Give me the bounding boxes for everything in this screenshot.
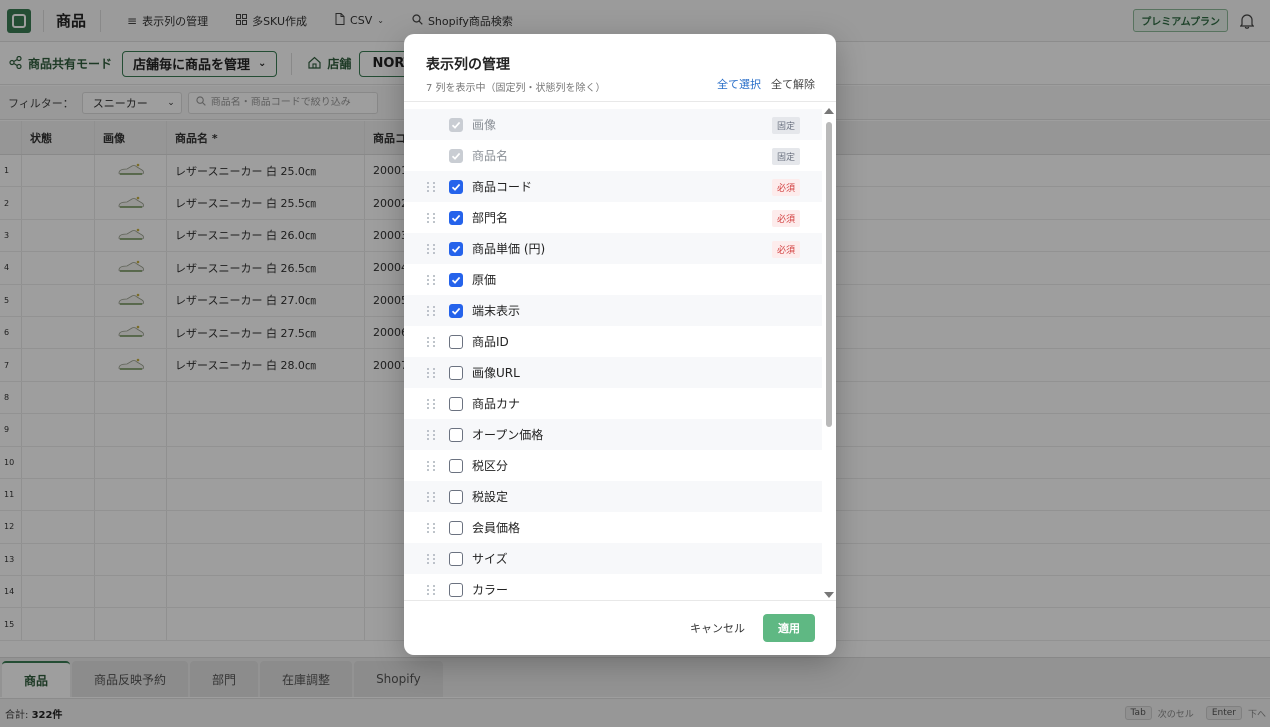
required-badge: 必須 — [771, 241, 800, 258]
fixed-badge: 固定 — [771, 117, 800, 134]
column-option-label: 原価 — [472, 273, 497, 287]
drag-handle-icon[interactable] — [427, 274, 439, 285]
column-option-row[interactable]: 商品名 固定 — [404, 140, 822, 171]
scroll-thumb[interactable] — [826, 122, 832, 427]
select-all-link[interactable]: 全て選択 — [717, 76, 761, 92]
column-option-row[interactable]: オープン価格 — [404, 419, 822, 450]
drag-handle-icon[interactable] — [427, 305, 439, 316]
drag-handle-icon[interactable] — [427, 212, 439, 223]
column-list-container: 画像 固定 商品名 固定 商品コード 必須 部門名 必須 商品単価 (円) 必須 原価 端末表示 商品I… — [404, 103, 836, 600]
column-settings-dialog: 表示列の管理 7 列を表示中（固定列・状態列を除く） 全て選択 全て解除 画像固… — [404, 34, 836, 655]
column-option-row[interactable]: 商品単価 (円) 必須 — [404, 233, 822, 264]
scroll-up-arrow[interactable] — [824, 108, 834, 114]
column-option-label: 商品カナ — [472, 397, 521, 411]
dialog-footer: キャンセル 適用 — [404, 600, 836, 655]
fixed-badge: 固定 — [771, 148, 800, 165]
drag-handle-icon[interactable] — [427, 367, 439, 378]
required-badge: 必須 — [771, 210, 800, 227]
column-checkbox[interactable] — [449, 241, 463, 256]
column-option-row[interactable]: 画像URL — [404, 357, 822, 388]
column-option-label: 商品コード — [472, 180, 533, 194]
required-badge: 必須 — [771, 179, 800, 196]
column-option-label: 商品名 — [472, 149, 509, 163]
column-option-row[interactable]: サイズ — [404, 543, 822, 574]
drag-handle-icon[interactable] — [427, 336, 439, 347]
column-checkbox[interactable] — [449, 334, 463, 349]
scroll-down-arrow[interactable] — [824, 592, 834, 598]
column-option-label: カラー — [472, 583, 509, 597]
column-option-label: 画像URL — [472, 366, 520, 380]
column-option-label: 税設定 — [472, 490, 509, 504]
column-checkbox[interactable] — [449, 272, 463, 287]
column-option-label: 部門名 — [472, 211, 509, 225]
column-option-row[interactable]: 部門名 必須 — [404, 202, 822, 233]
column-option-row[interactable]: 税設定 — [404, 481, 822, 512]
column-option-label: 端末表示 — [472, 304, 521, 318]
column-checkbox[interactable] — [449, 365, 463, 380]
drag-handle-icon[interactable] — [427, 460, 439, 471]
column-checkbox — [449, 148, 463, 163]
clear-all-link[interactable]: 全て解除 — [771, 76, 815, 92]
drag-handle-icon[interactable] — [427, 243, 439, 254]
column-option-row[interactable]: カラー — [404, 574, 822, 600]
column-checkbox[interactable] — [449, 458, 463, 473]
column-checkbox[interactable] — [449, 210, 463, 225]
drag-handle-icon[interactable] — [427, 181, 439, 192]
column-checkbox[interactable] — [449, 489, 463, 504]
column-checkbox[interactable] — [449, 396, 463, 411]
column-option-row[interactable]: 原価 — [404, 264, 822, 295]
column-checkbox[interactable] — [449, 520, 463, 535]
column-option-row[interactable]: 会員価格 — [404, 512, 822, 543]
drag-handle-icon[interactable] — [427, 584, 439, 595]
column-option-label: 会員価格 — [472, 521, 521, 535]
drag-handle-icon[interactable] — [427, 491, 439, 502]
column-option-label: オープン価格 — [472, 428, 544, 442]
column-checkbox[interactable] — [449, 303, 463, 318]
column-list: 画像 固定 商品名 固定 商品コード 必須 部門名 必須 商品単価 (円) 必須 原価 端末表示 商品I… — [404, 103, 822, 600]
column-option-row[interactable]: 画像 固定 — [404, 109, 822, 140]
column-checkbox[interactable] — [449, 582, 463, 597]
column-option-row[interactable]: 端末表示 — [404, 295, 822, 326]
apply-button[interactable]: 適用 — [763, 614, 815, 642]
column-checkbox[interactable] — [449, 427, 463, 442]
column-option-label: 商品ID — [472, 335, 509, 349]
column-option-row[interactable]: 商品ID — [404, 326, 822, 357]
dialog-header: 表示列の管理 7 列を表示中（固定列・状態列を除く） 全て選択 全て解除 — [404, 34, 836, 102]
drag-handle-icon[interactable] — [427, 522, 439, 533]
column-checkbox[interactable] — [449, 179, 463, 194]
drag-handle-icon[interactable] — [427, 553, 439, 564]
drag-handle-icon[interactable] — [427, 429, 439, 440]
column-option-label: 商品単価 (円) — [472, 242, 546, 256]
column-option-label: サイズ — [472, 552, 508, 566]
column-checkbox — [449, 117, 463, 132]
column-option-row[interactable]: 商品カナ — [404, 388, 822, 419]
column-option-label: 画像 — [472, 118, 497, 132]
column-option-label: 税区分 — [472, 459, 509, 473]
drag-handle-icon[interactable] — [427, 398, 439, 409]
dialog-title: 表示列の管理 — [426, 57, 510, 73]
scrollbar[interactable] — [824, 108, 834, 598]
column-option-row[interactable]: 商品コード 必須 — [404, 171, 822, 202]
cancel-button[interactable]: キャンセル — [690, 620, 745, 636]
column-option-row[interactable]: 税区分 — [404, 450, 822, 481]
column-checkbox[interactable] — [449, 551, 463, 566]
